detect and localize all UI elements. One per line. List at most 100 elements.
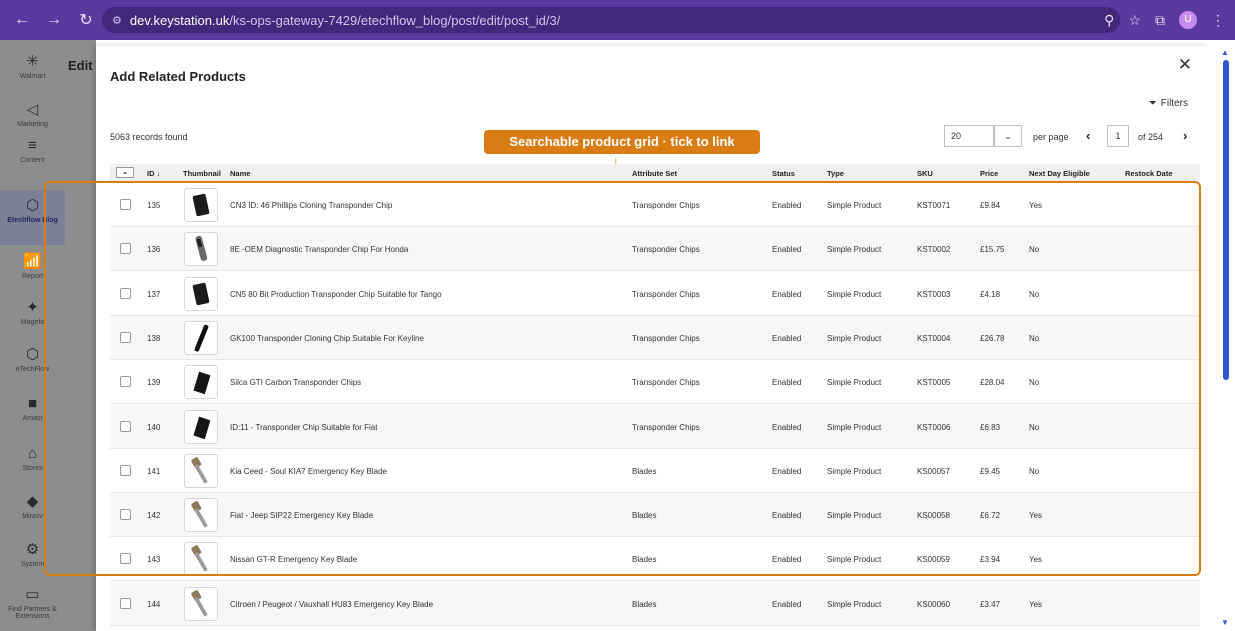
scrollbar-thumb[interactable]: [1223, 60, 1229, 380]
table-row[interactable]: 137 CN5 80 Bit Production Transponder Chi…: [110, 272, 1200, 316]
address-bar[interactable]: ⚙ dev.keystation.uk/ks-ops-gateway-7429/…: [102, 7, 1120, 33]
row-checkbox[interactable]: [120, 243, 131, 255]
browser-menu-icon[interactable]: ⋮: [1211, 12, 1225, 29]
sidebar-item-find-partners[interactable]: ▭ Find Partners & Extensions: [0, 585, 65, 620]
cell-attribute-set: Blades: [632, 555, 657, 565]
scroll-down-icon[interactable]: ▼: [1221, 618, 1229, 627]
product-thumbnail[interactable]: [184, 453, 218, 488]
cell-attribute-set: Blades: [632, 599, 657, 609]
product-thumbnail[interactable]: [184, 276, 218, 311]
product-thumbnail[interactable]: [184, 542, 218, 577]
sidebar-item-etechflow[interactable]: ⬡ eTechFlow: [0, 345, 65, 373]
row-checkbox[interactable]: [120, 376, 131, 388]
table-row[interactable]: 142 Fiat - Jeep SIP22 Emergency Key Blade…: [110, 493, 1200, 538]
cell-price: £9.84: [980, 201, 1001, 210]
column-header-restock[interactable]: Restock Date: [1125, 169, 1173, 178]
row-checkbox[interactable]: [120, 597, 131, 609]
product-thumbnail[interactable]: [184, 409, 218, 444]
cell-name: Kia Ceed - Soul KIA7 Emergency Key Blade: [230, 466, 387, 476]
row-checkbox[interactable]: [120, 420, 131, 432]
table-row[interactable]: 139 Silca GTI Carbon Transponder Chips Tra…: [110, 360, 1200, 405]
column-header-sku[interactable]: SKU: [917, 169, 933, 178]
cube-icon: ⬡: [25, 197, 40, 214]
zoom-icon[interactable]: ⚲: [1104, 12, 1114, 29]
page-scrollbar[interactable]: ▲ ▼: [1208, 46, 1235, 631]
cell-status: Enabled: [772, 201, 802, 210]
table-row[interactable]: 135 CN3 ID: 46 Phillips Cloning Transpond…: [110, 183, 1200, 227]
magefan-icon: ✦: [26, 299, 39, 316]
chevron-down-icon: ⌄: [1004, 130, 1012, 141]
back-icon[interactable]: ←: [10, 11, 34, 29]
filters-button[interactable]: ⏷ Filters: [1149, 98, 1188, 109]
page-size-dropdown-toggle[interactable]: ⌄: [994, 125, 1022, 147]
cell-type: Simple Product: [827, 466, 882, 476]
product-thumbnail[interactable]: [184, 586, 218, 621]
row-checkbox[interactable]: [120, 331, 131, 343]
cell-sku: KST0005: [917, 378, 951, 388]
profile-avatar[interactable]: U: [1179, 11, 1197, 29]
row-checkbox[interactable]: [120, 553, 131, 565]
table-row[interactable]: 143 Nissan GT-R Emergency Key Blade Blades…: [110, 537, 1200, 582]
cell-status: Enabled: [772, 511, 802, 521]
cell-next-day: No: [1029, 466, 1040, 476]
table-row[interactable]: 138 GK100 Transponder Cloning Chip Suitab…: [110, 315, 1200, 360]
product-thumbnail[interactable]: [184, 365, 218, 400]
gear-icon: ⚙: [25, 541, 40, 558]
column-header-status[interactable]: Status: [772, 169, 795, 178]
column-header-name[interactable]: Name: [230, 169, 250, 178]
site-info-icon[interactable]: ⚙: [112, 14, 122, 27]
column-header-next-day[interactable]: Next Day Eligible: [1029, 169, 1090, 178]
mass-select-dropdown[interactable]: ⌄: [116, 167, 134, 178]
sidebar-item-reports[interactable]: 📶 Report: [0, 252, 65, 280]
row-checkbox[interactable]: [120, 464, 131, 476]
row-checkbox[interactable]: [120, 509, 131, 521]
extensions-icon[interactable]: ⧉: [1155, 12, 1165, 29]
reload-icon[interactable]: ↻: [74, 10, 98, 30]
next-page-icon[interactable]: ›: [1183, 128, 1187, 143]
cell-price: £15.75: [980, 245, 1005, 255]
column-header-thumbnail[interactable]: Thumbnail: [183, 169, 221, 178]
column-header-type[interactable]: Type: [827, 169, 844, 178]
cell-attribute-set: Transponder Chips: [632, 333, 700, 343]
sidebar-item-system[interactable]: ⚙ System: [0, 540, 65, 568]
cell-next-day: Yes: [1029, 599, 1043, 609]
column-header-price[interactable]: Price: [980, 169, 998, 178]
sidebar-item-marketing[interactable]: ◁ Marketing: [0, 100, 65, 128]
cell-next-day: Yes: [1029, 511, 1043, 521]
current-page-input[interactable]: 1: [1107, 125, 1129, 147]
row-checkbox[interactable]: [120, 199, 131, 210]
scroll-up-icon[interactable]: ▲: [1221, 48, 1229, 57]
cell-name: CN5 80 Bit Production Transponder Chip S…: [230, 289, 442, 299]
close-icon[interactable]: ✕: [1178, 55, 1192, 75]
cell-attribute-set: Blades: [632, 466, 657, 476]
product-thumbnail[interactable]: [184, 498, 218, 533]
table-row[interactable]: 136 8E -OEM Diagnostic Transponder Chip F…: [110, 227, 1200, 272]
product-thumbnail[interactable]: [184, 320, 218, 355]
table-row[interactable]: 141 Kia Ceed - Soul KIA7 Emergency Key Bl…: [110, 449, 1200, 493]
sidebar-item-walmart[interactable]: ✳ Walmart: [0, 52, 65, 80]
cell-sku: KST0071: [917, 201, 951, 210]
table-row[interactable]: 144 Citroen / Peugeot / Vauxhall HU83 Eme…: [110, 581, 1200, 626]
cell-sku: KST0003: [917, 289, 951, 299]
bookmark-star-icon[interactable]: ☆: [1128, 12, 1141, 29]
page-size-select[interactable]: 20: [944, 125, 994, 147]
table-row[interactable]: 140 ID:11 - Transponder Chip Suitable for…: [110, 404, 1200, 449]
row-checkbox[interactable]: [120, 287, 131, 299]
prev-page-icon[interactable]: ‹: [1086, 128, 1090, 143]
cell-type: Simple Product: [827, 289, 882, 299]
column-header-id[interactable]: ID ↓: [147, 169, 160, 178]
amasty-icon: ■: [27, 395, 38, 412]
sidebar-item-amasty[interactable]: ■ Amast: [0, 395, 65, 422]
product-thumbnail[interactable]: [184, 188, 218, 222]
forward-icon[interactable]: →: [42, 11, 66, 29]
cell-name: Citroen / Peugeot / Vauxhall HU83 Emerge…: [230, 599, 434, 609]
cell-price: £9.45: [980, 466, 1001, 476]
sidebar-item-mirasvit[interactable]: ◆ Mirasv: [0, 492, 65, 520]
cell-attribute-set: Transponder Chips: [632, 245, 700, 255]
sidebar-item-content[interactable]: ≡ Content: [0, 137, 65, 164]
column-header-attribute-set[interactable]: Attribute Set: [632, 169, 677, 178]
sidebar-item-magefan[interactable]: ✦ Magefa: [0, 298, 65, 326]
sidebar-item-etechflow-blog[interactable]: ⬡ Etechflow Blog: [0, 190, 65, 245]
product-thumbnail[interactable]: [184, 232, 218, 267]
sidebar-item-stores[interactable]: ⌂ Stores: [0, 445, 65, 472]
